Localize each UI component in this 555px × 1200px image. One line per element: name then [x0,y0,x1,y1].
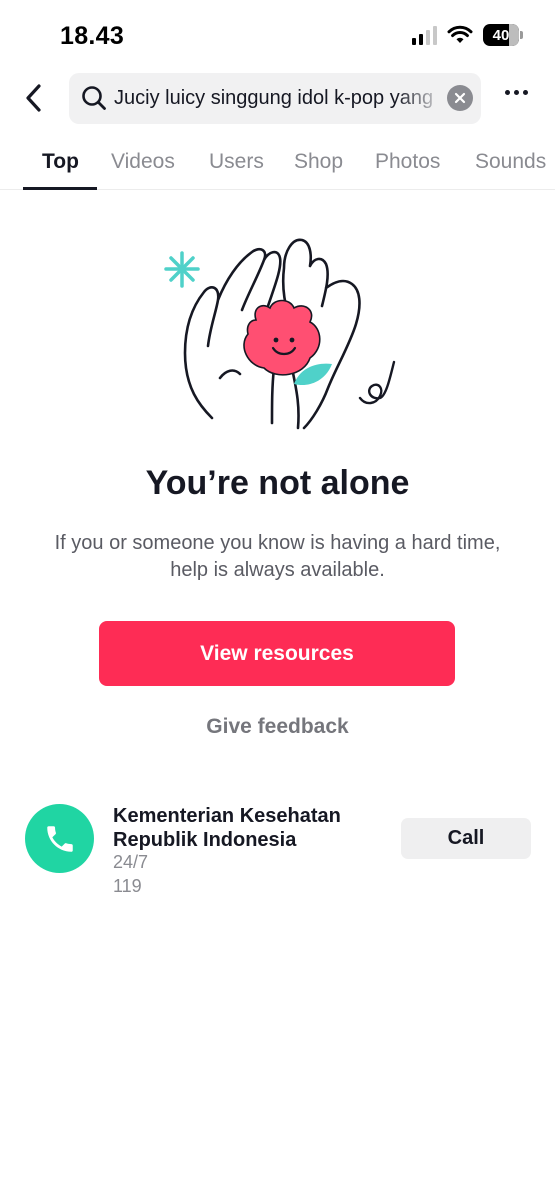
more-icon-dot [505,90,510,95]
helpline-name: Kementerian Kesehatan Republik Indonesia [113,805,341,851]
search-header: Juciy luicy singgung idol k-pop yang [0,70,555,128]
tab-photos[interactable]: Photos [375,150,440,174]
active-tab-indicator [23,187,97,190]
support-description: If you or someone you know is having a h… [54,532,501,581]
back-arrow-icon [26,84,41,112]
more-icon-dot [523,90,528,95]
status-icons: 40 [412,24,523,46]
search-query-text: Juciy luicy singgung idol k-pop yang [114,87,434,109]
search-icon [82,86,106,110]
more-options-button[interactable] [505,90,528,95]
helpline-number: 119 [113,876,142,896]
sparkle-icon [164,251,200,288]
give-feedback-link[interactable]: Give feedback [0,715,555,739]
clear-icon [454,92,466,104]
status-time: 18.43 [60,22,125,50]
tab-videos[interactable]: Videos [111,150,175,174]
flower [243,299,321,376]
tab-sounds[interactable]: Sounds [475,150,546,174]
cellular-signal-icon [412,25,437,45]
status-bar: 18.43 40 [0,0,555,70]
tab-shop[interactable]: Shop [294,150,343,174]
helpline-hours: 24/7 [113,852,149,872]
more-icon-dot [514,90,519,95]
phone-avatar [25,804,94,873]
hands-holding-flower-illustration [164,238,396,430]
helpline-item: Kementerian Kesehatan Republik Indonesia… [0,798,555,908]
tab-top[interactable]: Top [42,150,79,174]
back-button[interactable] [18,80,48,116]
swirl [358,360,396,405]
view-resources-button[interactable]: View resources [99,621,455,686]
search-tabs: Top Videos Users Shop Photos Sounds [0,140,555,190]
battery-icon: 40 [483,24,523,46]
tab-users[interactable]: Users [209,150,264,174]
phone-icon [46,825,73,852]
call-button[interactable]: Call [401,818,531,859]
clear-search-button[interactable] [447,85,473,111]
battery-level: 40 [492,26,510,44]
support-title: You’re not alone [145,464,410,502]
wifi-icon [447,25,473,43]
search-input[interactable]: Juciy luicy singgung idol k-pop yang [69,73,481,124]
